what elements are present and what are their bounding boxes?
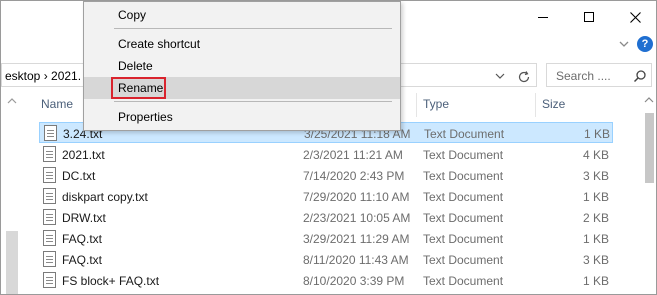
file-name: DRW.txt xyxy=(62,211,106,225)
search-input[interactable]: Search .... xyxy=(546,63,652,87)
close-button[interactable] xyxy=(612,1,656,33)
file-size: 2 KB xyxy=(582,211,609,225)
file-type: Text Document xyxy=(423,274,504,288)
file-name: FS block+ FAQ.txt xyxy=(62,274,160,288)
text-file-icon xyxy=(43,209,56,225)
text-file-icon xyxy=(44,125,57,141)
file-row[interactable]: DRW.txt 2/23/2021 10:05 AM Text Document… xyxy=(39,207,613,228)
file-size: 1 KB xyxy=(582,274,609,288)
refresh-icon[interactable] xyxy=(516,69,532,85)
context-menu: Copy Create shortcut Delete Rename Prope… xyxy=(83,1,401,131)
menu-item-rename[interactable]: Rename xyxy=(84,77,400,99)
file-type: Text Document xyxy=(423,148,504,162)
menu-item-label: Create shortcut xyxy=(118,37,201,51)
expand-ribbon-chevron-icon[interactable] xyxy=(617,37,631,51)
menu-separator xyxy=(114,28,392,29)
column-divider[interactable] xyxy=(416,93,417,117)
file-size: 1 KB xyxy=(583,127,610,141)
maximize-button[interactable] xyxy=(566,1,612,33)
search-icon xyxy=(633,70,646,83)
text-file-icon xyxy=(43,272,56,288)
file-date: 2/3/2021 11:21 AM xyxy=(303,148,403,162)
column-header-name[interactable]: Name xyxy=(41,97,73,115)
file-row[interactable]: FAQ.txt 8/11/2020 11:43 AM Text Document… xyxy=(39,249,613,270)
nav-scrollbar-thumb[interactable] xyxy=(6,231,18,294)
minimize-button[interactable] xyxy=(520,1,566,33)
menu-item-delete[interactable]: Delete xyxy=(84,55,400,77)
menu-item-create-shortcut[interactable]: Create shortcut xyxy=(84,33,400,55)
file-date: 7/29/2020 11:10 AM xyxy=(303,190,410,204)
file-date: 8/11/2020 11:43 AM xyxy=(303,253,409,267)
text-file-icon xyxy=(43,146,56,162)
file-name: DC.txt xyxy=(62,169,96,183)
file-type: Text Document xyxy=(424,127,505,141)
menu-item-label: Properties xyxy=(118,110,173,124)
file-name: 2021.txt xyxy=(62,148,105,162)
file-type: Text Document xyxy=(423,232,504,246)
menu-item-label: Delete xyxy=(118,59,153,73)
menu-separator xyxy=(114,101,392,102)
file-explorer-window: ? esktop › 2021. Search .... Name Type S… xyxy=(0,0,657,295)
navigation-pane[interactable] xyxy=(1,91,23,294)
file-size: 4 KB xyxy=(582,148,609,162)
minimize-icon xyxy=(538,16,548,18)
file-size: 3 KB xyxy=(582,253,609,267)
maximize-icon xyxy=(584,12,594,22)
column-header-size[interactable]: Size xyxy=(542,97,565,115)
menu-item-label: Rename xyxy=(118,81,164,95)
file-name: FAQ.txt xyxy=(62,253,103,267)
scrollbar-thumb[interactable] xyxy=(645,113,654,183)
file-row[interactable]: 2021.txt 2/3/2021 11:21 AM Text Document… xyxy=(39,144,613,165)
text-file-icon xyxy=(43,251,56,267)
menu-item-copy[interactable]: Copy xyxy=(84,4,400,26)
file-date: 2/23/2021 10:05 AM xyxy=(303,211,411,225)
file-type: Text Document xyxy=(423,253,504,267)
search-placeholder: Search .... xyxy=(556,69,611,83)
file-type: Text Document xyxy=(423,169,504,183)
text-file-icon xyxy=(43,167,56,183)
column-header-type[interactable]: Type xyxy=(423,97,449,115)
file-date: 7/14/2020 2:43 PM xyxy=(303,169,405,183)
text-file-icon xyxy=(43,188,56,204)
nav-scroll-up-icon[interactable] xyxy=(4,95,20,107)
address-path[interactable]: esktop › 2021. xyxy=(5,69,81,83)
column-divider[interactable] xyxy=(535,93,536,117)
menu-item-label: Copy xyxy=(118,8,147,22)
file-row[interactable]: FS block+ FAQ.txt 8/10/2020 3:39 PM Text… xyxy=(39,270,613,291)
file-date: 3/29/2021 11:29 AM xyxy=(303,232,410,246)
vertical-scrollbar[interactable] xyxy=(641,91,656,294)
file-size: 1 KB xyxy=(582,190,609,204)
scroll-up-icon[interactable] xyxy=(644,97,654,103)
file-size: 3 KB xyxy=(582,169,609,183)
close-icon xyxy=(629,11,641,23)
file-row[interactable]: FAQ.txt 3/29/2021 11:29 AM Text Document… xyxy=(39,228,613,249)
text-file-icon xyxy=(43,230,56,246)
file-type: Text Document xyxy=(423,190,504,204)
file-row[interactable]: diskpart copy.txt 7/29/2020 11:10 AM Tex… xyxy=(39,186,613,207)
help-icon[interactable]: ? xyxy=(637,36,653,52)
address-dropdown-icon[interactable] xyxy=(495,72,505,80)
file-size: 1 KB xyxy=(582,232,609,246)
file-type: Text Document xyxy=(423,211,504,225)
menu-item-properties[interactable]: Properties xyxy=(84,106,400,128)
file-row[interactable]: DC.txt 7/14/2020 2:43 PM Text Document 3… xyxy=(39,165,613,186)
file-date: 8/10/2020 3:39 PM xyxy=(303,274,405,288)
file-name: diskpart copy.txt xyxy=(62,190,148,204)
file-name: FAQ.txt xyxy=(62,232,103,246)
